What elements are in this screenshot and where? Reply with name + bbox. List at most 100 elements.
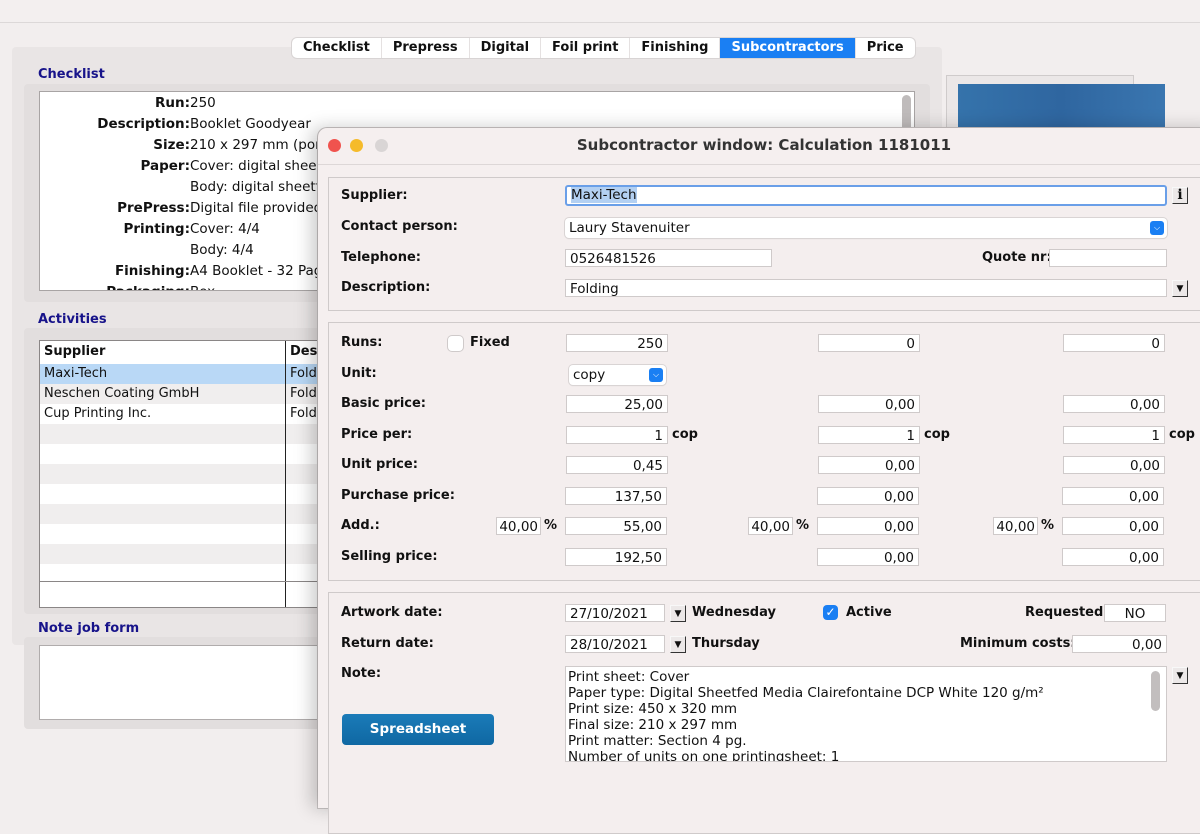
tab-checklist[interactable]: Checklist: [292, 38, 382, 58]
spreadsheet-button[interactable]: Spreadsheet: [342, 714, 494, 745]
tab-subcontractors[interactable]: Subcontractors: [720, 38, 856, 58]
percent-sign: %: [1041, 518, 1055, 534]
price-per-unit-label: cop: [672, 426, 698, 442]
unit-price-input-3[interactable]: 0,00: [1063, 456, 1165, 475]
tab-foil-print[interactable]: Foil print: [541, 38, 631, 58]
top-toolbar: [0, 0, 1200, 23]
price-per-input-2[interactable]: 1: [818, 425, 920, 444]
purchase-price-label: Purchase price:: [341, 487, 455, 503]
runs-input-2[interactable]: 0: [818, 334, 920, 352]
note-textarea[interactable]: Print sheet: Cover Paper type: Digital Sh…: [565, 666, 1167, 762]
supplier-input[interactable]: Maxi-Tech: [565, 185, 1167, 206]
column-header-description[interactable]: Des: [290, 341, 317, 363]
active-checkbox[interactable]: ✓: [823, 605, 838, 620]
quote-nr-input[interactable]: [1049, 249, 1167, 267]
checklist-row-value: Digital file provided: [190, 200, 323, 216]
checklist-row-label: Finishing:: [114, 263, 190, 279]
unit-label: Unit:: [341, 366, 377, 381]
fixed-checkbox[interactable]: [448, 336, 463, 351]
chevron-down-icon: ⌵: [649, 368, 663, 382]
selling-price-input-3[interactable]: 0,00: [1062, 548, 1164, 566]
tab-prepress[interactable]: Prepress: [382, 38, 470, 58]
return-date-label: Return date:: [341, 636, 434, 651]
runs-input-1[interactable]: 250: [566, 334, 668, 352]
supplier-value: Maxi-Tech: [571, 187, 637, 203]
note-label: Note:: [341, 666, 382, 681]
contact-person-value: Laury Stavenuiter: [569, 220, 690, 236]
artwork-date-label: Artwork date:: [341, 605, 443, 620]
checklist-section-title: Checklist: [38, 67, 105, 82]
minimum-costs-label: Minimum costs:: [960, 636, 1076, 651]
return-date-picker-icon[interactable]: ▼: [670, 636, 686, 653]
tab-price[interactable]: Price: [856, 38, 915, 58]
description-dropdown-icon[interactable]: ▼: [1172, 280, 1188, 297]
return-date-input[interactable]: 28/10/2021: [565, 635, 665, 653]
basic-price-input-3[interactable]: 0,00: [1063, 395, 1165, 413]
note-scrollbar[interactable]: [1151, 671, 1160, 711]
window-titlebar[interactable]: Subcontractor window: Calculation 118101…: [318, 128, 1200, 165]
unit-price-label: Unit price:: [341, 457, 418, 473]
note-line: Print sheet: Cover: [568, 669, 690, 685]
table-row[interactable]: Neschen Coating GmbH Fold: [40, 384, 330, 404]
checklist-row-value: A4 Booklet - 32 Pag: [190, 263, 323, 279]
purchase-price-input-2[interactable]: 0,00: [817, 486, 919, 505]
info-icon[interactable]: i: [1172, 187, 1188, 204]
unit-price-input-2[interactable]: 0,00: [818, 456, 920, 475]
activities-section-title: Activities: [38, 312, 107, 327]
supplier-panel: Supplier: Maxi-Tech i Contact person: La…: [328, 177, 1200, 311]
contact-person-select[interactable]: Laury Stavenuiter ⌵: [565, 218, 1167, 238]
percent-sign: %: [796, 518, 810, 534]
empty-table-row: [40, 464, 330, 484]
add-percent-input-2[interactable]: 40,00: [748, 517, 793, 536]
price-per-input-1[interactable]: 1: [566, 425, 668, 444]
subcontractor-window: Subcontractor window: Calculation 118101…: [318, 128, 1200, 834]
empty-table-row: [40, 524, 330, 544]
preview-image: [958, 84, 1165, 134]
artwork-date-input[interactable]: 27/10/2021: [565, 604, 665, 622]
empty-table-row: [40, 504, 330, 524]
checklist-row-value: Body: digital sheetf: [190, 179, 321, 195]
note-job-form-input[interactable]: [39, 645, 331, 720]
price-per-input-3[interactable]: 1: [1063, 425, 1165, 444]
table-row[interactable]: Cup Printing Inc. Fold: [40, 404, 330, 424]
empty-table-row: [40, 484, 330, 504]
return-day-label: Thursday: [692, 636, 760, 651]
requested-input[interactable]: NO: [1104, 604, 1166, 622]
selling-price-input-2[interactable]: 0,00: [817, 548, 919, 566]
minimum-costs-input[interactable]: 0,00: [1072, 635, 1167, 653]
purchase-price-input-1[interactable]: 137,50: [565, 486, 667, 505]
column-header-supplier[interactable]: Supplier: [44, 341, 105, 363]
active-label: Active: [846, 605, 892, 620]
basic-price-input-2[interactable]: 0,00: [818, 395, 920, 413]
checklist-row-label: PrePress:: [117, 200, 190, 216]
add-input-2[interactable]: 0,00: [817, 517, 919, 536]
window-title: Subcontractor window: Calculation 118101…: [576, 136, 952, 154]
add-percent-input-3[interactable]: 40,00: [993, 517, 1038, 536]
basic-price-input-1[interactable]: 25,00: [566, 395, 668, 413]
runs-input-3[interactable]: 0: [1063, 334, 1165, 352]
table-row[interactable]: Maxi-Tech Fold: [40, 364, 330, 384]
checklist-row-value: Box: [190, 282, 215, 290]
purchase-price-input-3[interactable]: 0,00: [1062, 486, 1164, 505]
checklist-row-value: Booklet Goodyear: [190, 116, 311, 132]
note-dropdown-icon[interactable]: ▼: [1172, 667, 1188, 684]
description-input[interactable]: Folding: [565, 279, 1167, 297]
checklist-row: Run: 250: [40, 93, 914, 114]
unit-price-input-1[interactable]: 0,45: [566, 456, 668, 475]
unit-select[interactable]: copy ⌵: [569, 365, 666, 385]
add-input-1[interactable]: 55,00: [565, 517, 667, 536]
artwork-day-label: Wednesday: [692, 605, 776, 620]
selling-price-input-1[interactable]: 192,50: [565, 548, 667, 566]
note-line: Final size: 210 x 297 mm: [568, 717, 738, 733]
artwork-date-picker-icon[interactable]: ▼: [670, 605, 686, 622]
add-percent-input-1[interactable]: 40,00: [496, 517, 541, 536]
quote-nr-label: Quote nr:: [982, 250, 1052, 265]
tab-finishing[interactable]: Finishing: [630, 38, 721, 58]
selling-price-label: Selling price:: [341, 549, 438, 564]
telephone-input[interactable]: 0526481526: [565, 249, 772, 267]
description-cell: Fold: [290, 406, 317, 421]
add-input-3[interactable]: 0,00: [1062, 517, 1164, 536]
tab-digital[interactable]: Digital: [470, 38, 542, 58]
checklist-row-value: Cover: digital sheet: [190, 158, 322, 174]
checklist-row-label: Description:: [97, 116, 190, 132]
